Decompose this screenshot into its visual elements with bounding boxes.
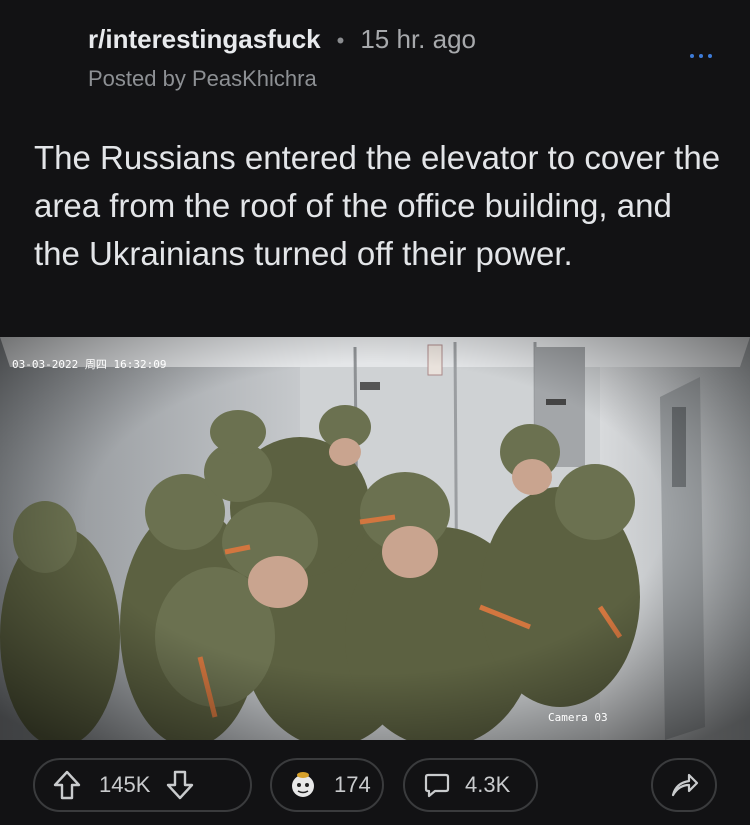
share-button[interactable] xyxy=(651,758,717,812)
post-actions-bar: 145K 174 4.3K xyxy=(0,740,750,825)
upvote-arrow-icon[interactable] xyxy=(53,770,81,800)
vote-control: 145K xyxy=(33,758,252,812)
subreddit-link[interactable]: r/interestingasfuck xyxy=(88,24,321,55)
downvote-arrow-icon[interactable] xyxy=(166,770,194,800)
post-image[interactable]: 03-03-2022 周四 16:32:09 Camera 03 xyxy=(0,337,750,740)
post-header: r/interestingasfuck • 15 hr. ago Posted … xyxy=(0,0,750,120)
meta-separator: • xyxy=(336,28,345,53)
cctv-timestamp: 03-03-2022 周四 16:32:09 xyxy=(12,358,166,371)
post-age: 15 hr. ago xyxy=(360,24,476,54)
award-icon xyxy=(288,770,318,800)
posted-by[interactable]: Posted by PeasKhichra xyxy=(88,66,317,92)
upvote-count: 145K xyxy=(99,772,151,797)
elevator-cctv-image: 03-03-2022 周四 16:32:09 Camera 03 xyxy=(0,337,750,740)
post-title[interactable]: The Russians entered the elevator to cov… xyxy=(34,134,724,278)
share-arrow-icon xyxy=(669,772,699,798)
comments-button[interactable]: 4.3K xyxy=(403,758,538,812)
award-count: 174 xyxy=(334,772,371,797)
comment-bubble-icon xyxy=(423,771,451,799)
cctv-camera-label: Camera 03 xyxy=(548,711,608,724)
comment-count: 4.3K xyxy=(465,772,511,797)
award-button[interactable]: 174 xyxy=(270,758,384,812)
post-meta: r/interestingasfuck • 15 hr. ago xyxy=(88,24,476,55)
more-options-icon[interactable] xyxy=(690,54,712,58)
